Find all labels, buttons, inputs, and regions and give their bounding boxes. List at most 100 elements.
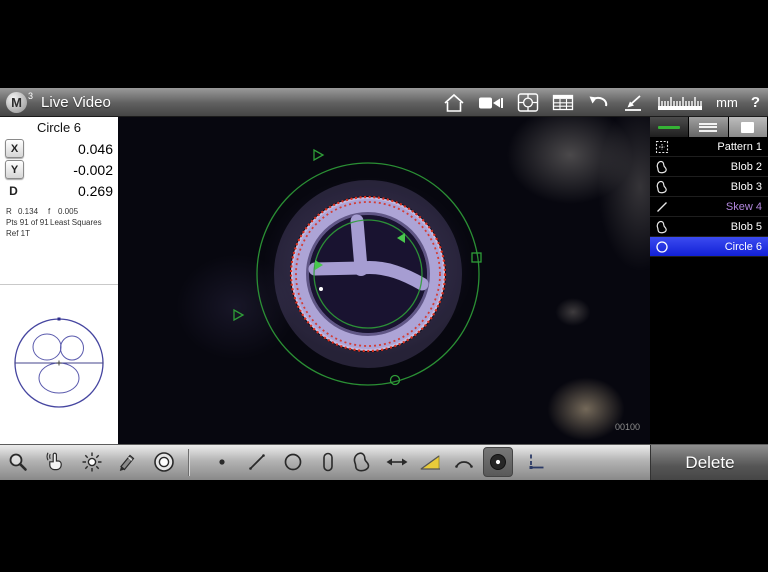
video-source-button[interactable] (478, 94, 504, 112)
units-toggle[interactable]: mm (716, 95, 738, 110)
line-tool-button[interactable] (242, 447, 272, 477)
x-axis-value: 0.046 (24, 141, 113, 157)
screenshot-stage: M 3 Live Video (0, 0, 768, 572)
width-tool-button[interactable] (382, 447, 412, 477)
blob-icon (650, 220, 673, 234)
feature-label: Blob 5 (673, 221, 768, 233)
circle-icon (650, 240, 673, 254)
fit-type: Least Squares (50, 217, 102, 228)
points-count: Pts 91 of 91 (6, 217, 50, 228)
list-item-pattern-1[interactable]: Pattern 1 (650, 137, 768, 157)
feature-list-panel: Pattern 1 Blob 2 Blob 3 Skew 4 Blob 5 (650, 117, 768, 444)
table-icon (552, 93, 574, 112)
home-icon (443, 93, 465, 113)
list-item-blob-2[interactable]: Blob 2 (650, 157, 768, 177)
axes-tool-button[interactable] (521, 447, 551, 477)
axes-tool-icon (525, 451, 547, 473)
point-tool-button[interactable] (207, 447, 237, 477)
fit-details: R0.134f0.005 Pts 91 of 91Least Squares R… (0, 201, 118, 239)
circle-point-tool-icon (487, 451, 509, 473)
frame-counter: 00100 (615, 422, 640, 432)
feature-label: Skew 4 (673, 201, 768, 213)
angle-tool-icon (418, 451, 442, 473)
point-tool-icon (211, 451, 233, 473)
annotate-pen-button[interactable] (112, 447, 142, 477)
logo-m-icon: M (6, 92, 27, 113)
detail-view-icon (741, 122, 754, 133)
angle-tool-button[interactable] (415, 447, 445, 477)
list-view-button[interactable] (689, 117, 728, 137)
slot-tool-button[interactable] (313, 447, 343, 477)
r-label: R (6, 206, 18, 217)
crosshair-icon (517, 92, 539, 113)
list-view-toolbar (650, 117, 768, 137)
feature-label: Pattern 1 (673, 141, 768, 153)
live-video-canvas[interactable]: 00100 (118, 117, 650, 444)
ruler-button[interactable] (657, 94, 703, 112)
y-axis-row: Y -0.002 (0, 159, 118, 180)
app-logo: M 3 (6, 92, 33, 113)
feature-label: Blob 2 (673, 161, 768, 173)
f-label: f (48, 206, 58, 217)
toolbar-separator (188, 449, 189, 476)
page-title: Live Video (41, 94, 111, 111)
pattern-icon (650, 140, 673, 154)
feature-preview (0, 284, 118, 445)
circle-point-tool-button[interactable] (483, 447, 513, 477)
logo-sup: 3 (28, 91, 33, 101)
delete-button[interactable]: Delete (650, 445, 768, 480)
arc-tool-icon (453, 451, 475, 473)
layer-color-button[interactable] (650, 117, 689, 137)
line-tool-icon (246, 451, 268, 473)
list-item-skew-4[interactable]: Skew 4 (650, 197, 768, 217)
slot-tool-icon (317, 451, 339, 473)
zoom-icon (7, 451, 29, 473)
brightness-icon (81, 451, 103, 473)
ruler-icon (657, 94, 703, 112)
reference-label: Ref 1T (6, 228, 30, 239)
d-axis-label: D (5, 182, 22, 199)
d-axis-value: 0.269 (22, 183, 113, 199)
list-item-circle-6[interactable]: Circle 6 (650, 237, 768, 257)
feature-label: Blob 3 (673, 181, 768, 193)
video-annotations (118, 117, 650, 444)
help-button[interactable]: ? (751, 94, 760, 111)
x-axis-row: X 0.046 (0, 138, 118, 159)
touch-probe-button[interactable] (40, 447, 70, 477)
brightness-button[interactable] (77, 447, 107, 477)
zoom-button[interactable] (3, 447, 33, 477)
detail-view-button[interactable] (729, 117, 768, 137)
y-axis-value: -0.002 (24, 162, 113, 178)
skew-line-icon (650, 200, 673, 214)
video-icon (478, 94, 504, 112)
crosshair-button[interactable] (517, 92, 539, 113)
target-finder-button[interactable] (149, 447, 179, 477)
pen-icon (116, 451, 138, 473)
delete-button-label: Delete (685, 453, 734, 473)
touch-icon (44, 451, 66, 473)
results-table-button[interactable] (552, 93, 574, 112)
readout-panel: Circle 6 X 0.046 Y -0.002 D 0.269 R0.134… (0, 117, 118, 444)
list-item-blob-3[interactable]: Blob 3 (650, 177, 768, 197)
blob-tool-icon (351, 451, 373, 473)
undo-button[interactable] (587, 93, 609, 112)
bottom-toolbar: Delete (0, 444, 768, 480)
circle-tool-icon (282, 451, 304, 473)
skew-arrow-button[interactable] (622, 93, 644, 112)
circle-tool-button[interactable] (278, 447, 308, 477)
list-item-blob-5[interactable]: Blob 5 (650, 217, 768, 237)
feature-name: Circle 6 (0, 117, 118, 138)
feature-label: Circle 6 (673, 241, 768, 253)
blob-icon (650, 180, 673, 194)
blob-icon (650, 160, 673, 174)
y-axis-button[interactable]: Y (5, 160, 24, 179)
undo-icon (587, 93, 609, 112)
r-value: 0.134 (18, 206, 48, 217)
target-icon (152, 450, 176, 474)
list-view-icon (699, 121, 717, 133)
x-axis-button[interactable]: X (5, 139, 24, 158)
blob-tool-button[interactable] (347, 447, 377, 477)
arc-tool-button[interactable] (449, 447, 479, 477)
titlebar: M 3 Live Video (0, 88, 768, 117)
home-button[interactable] (443, 93, 465, 113)
